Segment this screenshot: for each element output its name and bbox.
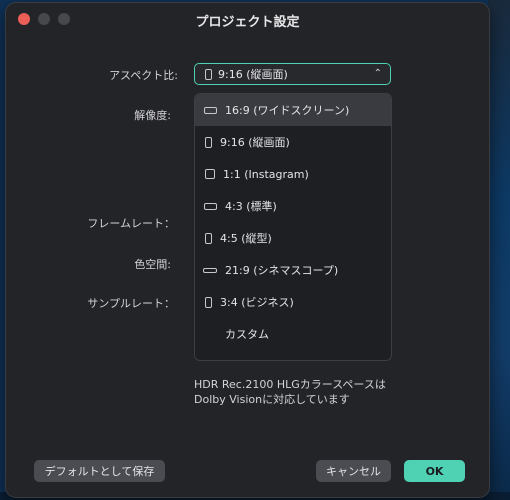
aspect-option-21-9[interactable]: 21:9 (シネマスコープ) xyxy=(195,254,391,286)
portrait-icon xyxy=(205,136,212,148)
landscape-icon xyxy=(204,202,217,210)
hdr-note: HDR Rec.2100 HLGカラースペースは Dolby Visionに対応… xyxy=(194,377,414,407)
aspect-option-9-16[interactable]: 9:16 (縦画面) xyxy=(195,126,391,158)
aspect-ratio-label: アスペクト比: xyxy=(109,69,178,82)
chevron-up-icon: ⌃ xyxy=(373,68,382,79)
cancel-button[interactable]: キャンセル xyxy=(316,460,391,482)
widescreen-icon xyxy=(203,267,217,273)
portrait-icon xyxy=(205,232,212,244)
aspect-option-1-1[interactable]: 1:1 (Instagram) xyxy=(195,158,391,190)
aspect-option-3-4[interactable]: 3:4 (ビジネス) xyxy=(195,286,391,318)
color-space-label: 色空間: xyxy=(134,258,171,271)
aspect-ratio-dropdown: 16:9 (ワイドスクリーン) 9:16 (縦画面) 1:1 (Instagra… xyxy=(194,93,392,361)
save-as-default-button[interactable]: デフォルトとして保存 xyxy=(34,460,165,482)
aspect-ratio-select[interactable]: 9:16 (縦画面) ⌃ xyxy=(194,63,391,85)
hdr-note-line-1: HDR Rec.2100 HLGカラースペースは xyxy=(194,378,386,391)
aspect-option-4-3[interactable]: 4:3 (標準) xyxy=(195,190,391,222)
sample-rate-label: サンプルレート： xyxy=(87,297,175,310)
aspect-ratio-value: 9:16 (縦画面) xyxy=(218,68,288,81)
aspect-option-4-5[interactable]: 4:5 (縦型) xyxy=(195,222,391,254)
square-icon xyxy=(205,169,215,179)
portrait-icon xyxy=(205,68,212,80)
aspect-option-custom[interactable]: カスタム xyxy=(195,318,391,350)
portrait-icon xyxy=(205,296,212,308)
landscape-icon xyxy=(204,106,217,114)
resolution-label: 解像度: xyxy=(134,109,171,122)
desktop-background xyxy=(488,0,510,500)
ok-button[interactable]: OK xyxy=(404,460,465,482)
project-settings-dialog: プロジェクト設定 アスペクト比: 解像度: フレームレート： 色空間: サンプル… xyxy=(6,3,489,497)
hdr-note-line-2: Dolby Visionに対応しています xyxy=(194,393,350,406)
frame-rate-label: フレームレート： xyxy=(87,217,175,230)
dialog-title: プロジェクト設定 xyxy=(195,15,300,30)
aspect-option-16-9[interactable]: 16:9 (ワイドスクリーン) xyxy=(195,94,391,126)
